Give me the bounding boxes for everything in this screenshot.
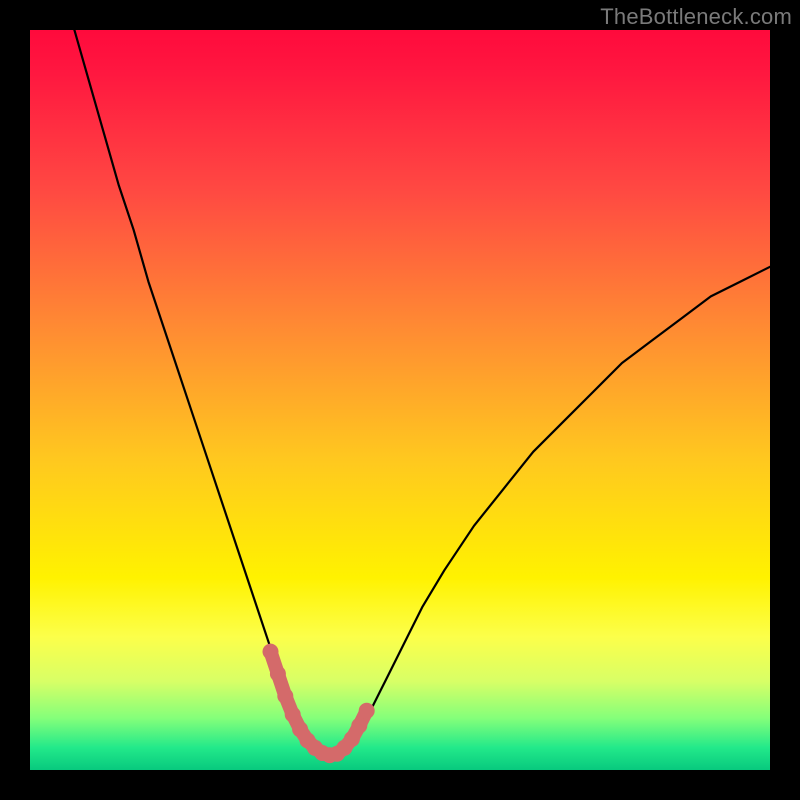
bottleneck-curve	[74, 30, 770, 755]
highlight-dot	[277, 688, 293, 704]
chart-frame: TheBottleneck.com	[0, 0, 800, 800]
highlight-dot	[359, 703, 375, 719]
highlight-dot	[270, 666, 286, 682]
plot-area	[30, 30, 770, 770]
highlight-dot	[285, 707, 301, 723]
curve-layer	[30, 30, 770, 770]
watermark-text: TheBottleneck.com	[600, 4, 792, 30]
highlight-dot	[351, 718, 367, 734]
highlight-dot	[263, 644, 279, 660]
